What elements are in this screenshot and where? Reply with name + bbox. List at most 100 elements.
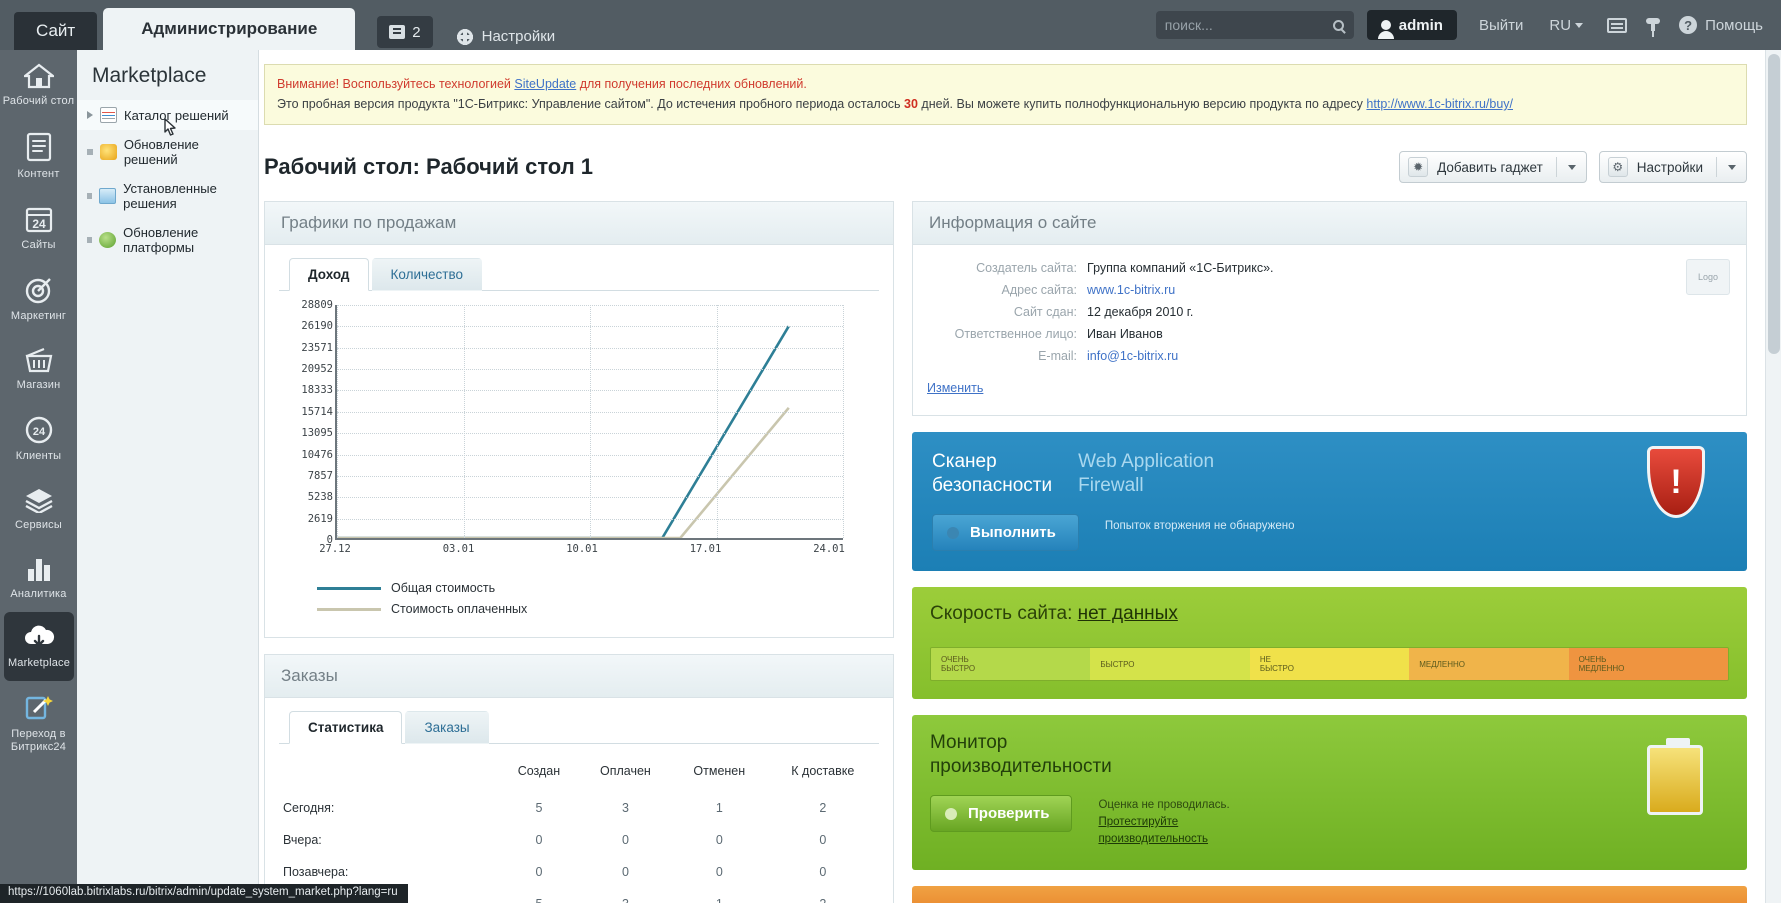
tab-quantity[interactable]: Количество	[371, 258, 483, 291]
sidebar-item-installed-solutions[interactable]: Установленные решения	[77, 174, 258, 218]
rail-item-desktop[interactable]: Рабочий стол	[0, 50, 77, 119]
user-menu-button[interactable]: admin	[1366, 10, 1457, 40]
site-info-value[interactable]: info@1c-bitrix.ru	[1087, 349, 1178, 363]
notifications-button[interactable]: 2	[377, 16, 433, 48]
sidebar-item-solutions-update[interactable]: Обновление решений	[77, 130, 258, 174]
legend-swatch-paid	[317, 607, 381, 611]
table-row: Вчера: 0 0 0 0	[279, 824, 879, 856]
monitor-check-button[interactable]: Проверить	[930, 795, 1073, 832]
add-gadget-button[interactable]: ✹ Добавить гаджет	[1399, 151, 1587, 183]
tab-income[interactable]: Доход	[289, 258, 369, 291]
table-cell: 1	[715, 801, 723, 815]
logout-link[interactable]: Выйти	[1479, 17, 1523, 34]
table-cell: 1	[672, 888, 767, 903]
table-cell: 0	[535, 833, 543, 847]
chart-plot-area	[335, 305, 844, 540]
question-mark-icon: ?	[1679, 16, 1698, 34]
site-info-value: Иван Иванов	[1087, 327, 1163, 341]
rail-item-content[interactable]: Контент	[0, 119, 77, 192]
banner-line-2: Это пробная версия продукта "1С-Битрикс:…	[277, 94, 1734, 114]
rail-item-analytics[interactable]: Аналитика	[0, 543, 77, 612]
help-button[interactable]: ? Помощь	[1679, 16, 1763, 34]
sales-chart-card: Графики по продажам Доход Количество 0 26…	[264, 201, 894, 638]
site-speed-value[interactable]: нет данных	[1078, 603, 1178, 624]
table-cell: 2	[819, 801, 827, 815]
site-info-body: Logo Создатель сайта: Группа компаний «1С…	[913, 245, 1746, 415]
sidebar-item-catalog[interactable]: Каталог решений	[77, 100, 258, 136]
marketplace-title: Marketplace	[92, 64, 207, 87]
pin-button[interactable]	[1646, 17, 1661, 37]
speed-gauge-segment: МЕДЛЕННО	[1409, 648, 1569, 680]
tab-statistics[interactable]: Статистика	[289, 711, 403, 744]
topbar-settings-button[interactable]: Настройки	[456, 28, 556, 45]
site-info-value[interactable]: www.1c-bitrix.ru	[1087, 283, 1175, 297]
site-info-title: Информация о сайте	[913, 202, 1746, 245]
site-info-rows: Создатель сайта: Группа компаний «1С-Битр…	[927, 261, 1732, 363]
cloud-download-icon	[6, 625, 72, 651]
tab-site[interactable]: Сайт	[14, 12, 98, 50]
user-icon	[1377, 20, 1394, 39]
document-icon	[2, 132, 75, 162]
installed-solutions-icon	[99, 188, 117, 204]
legend-label-total: Общая стоимость	[391, 581, 496, 595]
security-run-button[interactable]: Выполнить	[932, 514, 1079, 551]
table-col-header: Создан	[517, 764, 561, 778]
keyboard-button[interactable]	[1607, 17, 1628, 33]
siteupdate-link[interactable]: SiteUpdate	[514, 77, 576, 91]
legend-item-total: Общая стоимость	[317, 581, 879, 595]
solutions-update-icon	[99, 144, 117, 160]
table-col-label	[279, 756, 499, 792]
rail-item-marketplace[interactable]: Marketplace	[4, 612, 74, 681]
rail-item-bitrix24[interactable]: Переход в Битрикс24	[0, 681, 77, 765]
rail-item-services[interactable]: Сервисы	[0, 474, 77, 543]
page-scrollbar[interactable]	[1765, 50, 1781, 903]
rail-item-clients[interactable]: 24 Клиенты	[0, 403, 77, 474]
sales-chart-title: Графики по продажам	[265, 202, 893, 245]
table-col-header: Отменен	[693, 764, 746, 778]
site-info-card: Информация о сайте Logo Создатель сайта:…	[912, 201, 1747, 416]
security-headings: Сканер безопасности Web Application Fire…	[932, 450, 1727, 498]
site-info-value: 12 декабря 2010 г.	[1087, 305, 1194, 319]
search-icon[interactable]	[1332, 19, 1344, 31]
svg-text:24: 24	[32, 217, 46, 231]
rail-item-marketing[interactable]: Маркетинг	[0, 263, 77, 334]
search-box[interactable]	[1155, 11, 1354, 39]
monitor-test-link-2[interactable]: производительность	[1098, 833, 1208, 845]
chevron-right-icon	[87, 111, 93, 119]
sidebar-item-platform-update[interactable]: Обновление платформы	[77, 218, 258, 262]
table-cell: 2	[767, 888, 879, 903]
site-info-edit-link[interactable]: Изменить	[927, 381, 983, 395]
speed-gauge-segment: НЕ БЫСТРО	[1249, 648, 1410, 680]
chevron-down-icon[interactable]	[1567, 164, 1576, 170]
next-widget-partial	[912, 886, 1747, 903]
chart-x-axis-labels: 27.12 03.01 10.01 17.01 24.01	[319, 543, 859, 561]
sales-line-chart: 0 2619 5238 7857 10476 13095 15714 18333 20952 23…	[279, 299, 879, 565]
table-cell: 0	[819, 865, 827, 879]
rail-item-sites[interactable]: 24 Сайты	[0, 192, 77, 263]
chevron-down-icon[interactable]	[1728, 164, 1736, 170]
search-input[interactable]	[1164, 17, 1325, 33]
table-cell: 0	[621, 865, 629, 879]
tab-orders[interactable]: Заказы	[405, 711, 489, 744]
page-settings-button[interactable]: ⚙ Настройки	[1598, 151, 1747, 183]
clients-24-icon: 24	[2, 416, 75, 444]
table-row-label: Вчера:	[283, 833, 322, 847]
orders-card-body: Статистика Заказы Создан Оплачен Отменен К …	[265, 698, 893, 903]
topbar-right-group: admin Выйти RU ? Помощь	[1155, 10, 1781, 40]
buy-link[interactable]: http://www.1c-bitrix.ru/buy/	[1366, 97, 1513, 111]
platform-update-icon	[99, 232, 117, 248]
language-switcher[interactable]: RU	[1549, 17, 1584, 34]
chart-x-tick: 17.01	[689, 543, 722, 555]
status-dot-icon	[945, 807, 957, 820]
monitor-test-link-1[interactable]: Протестируйте	[1098, 816, 1178, 828]
chart-y-tick: 5238	[307, 491, 333, 504]
tab-admin[interactable]: Администрирование	[103, 8, 356, 50]
waf-line2: Firewall	[1078, 475, 1144, 496]
monitor-note: Оценка не проводилась. Протестируйте про…	[1098, 797, 1229, 848]
monitor-title-line2: производительности	[930, 756, 1112, 777]
scrollbar-thumb[interactable]	[1768, 54, 1780, 354]
topbar-settings-label: Настройки	[481, 28, 556, 45]
waf-line1: Web Application	[1078, 451, 1215, 472]
rail-item-shop[interactable]: Магазин	[0, 334, 77, 403]
security-subtitle: Web Application Firewall	[1078, 450, 1214, 498]
